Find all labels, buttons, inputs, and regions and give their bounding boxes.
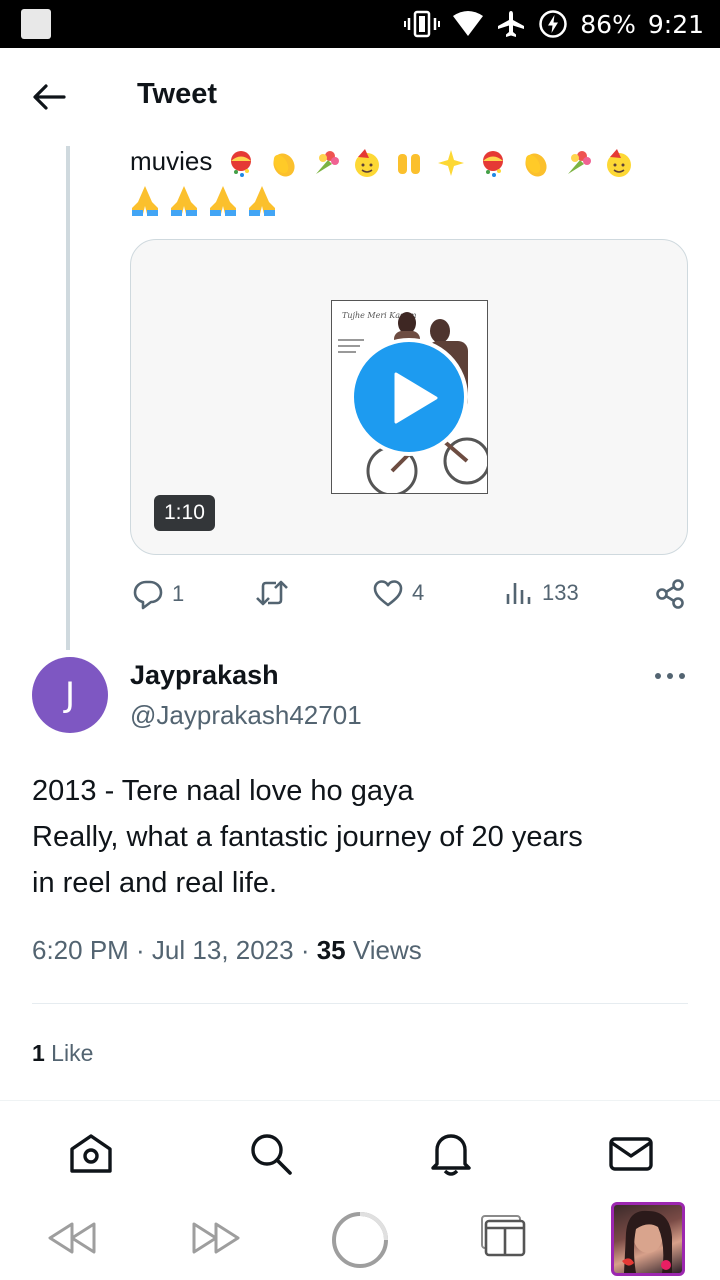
like-count: 4 [412,580,425,605]
retweet-icon [256,580,288,606]
browser-toolbar [0,1202,720,1280]
user-handle[interactable]: @Jayprakash42701 [130,700,362,731]
sparkles-icon [437,150,464,177]
folded-hands-icon [210,186,236,216]
share-button[interactable] [654,578,686,610]
notification-square-icon [21,9,51,39]
battery-charging-icon [539,10,568,38]
profile-photo [622,1210,672,1273]
partying-face-icon [354,149,379,178]
reply-button[interactable]: 1 [132,578,184,610]
nav-messages[interactable] [608,1131,653,1175]
page-title: Tweet [137,78,218,110]
folded-hands-icon [171,186,197,216]
loading-indicator[interactable] [330,1210,390,1275]
envelope-icon [609,1137,653,1171]
clock: 9:21 [647,9,704,39]
share-icon [656,579,684,609]
play-icon [394,372,438,424]
tweet-body: 2013 - Tere naal love ho gaya Really, wh… [32,768,692,906]
bell-icon [431,1134,471,1176]
tweet-views-label: Views [345,935,422,965]
back-arrow-icon [33,84,66,110]
divider [32,1003,688,1004]
views-bar-chart-icon [506,583,531,604]
likes-summary[interactable]: 1 Like [32,1040,93,1067]
tweet-line: in reel and real life. [32,867,278,899]
battery-percent: 86% [580,9,636,39]
clapping-hands-icon [525,153,547,177]
likes-label: Like [44,1040,94,1066]
emoji-row-2 [130,184,690,216]
tweet-meta: 6:20 PM · Jul 13, 2023 · 35 Views [32,935,422,966]
retweet-button[interactable] [254,578,298,608]
heart-icon [373,580,403,607]
top-app-bar: Tweet [0,48,720,146]
nav-home[interactable] [68,1131,112,1175]
status-bar: 86% 9:21 [0,0,720,48]
loading-circle-icon [332,1212,388,1268]
fast-forward-icon [192,1222,240,1254]
profile-thumbnail[interactable] [611,1202,685,1276]
bottom-navigation [0,1100,720,1202]
bouquet-icon [315,151,339,175]
partying-face-icon [606,149,631,178]
back-button[interactable] [30,80,70,114]
airplane-icon [498,11,525,37]
tabs-button[interactable] [478,1214,528,1263]
more-dots-icon [655,673,685,679]
rewind-icon [48,1222,96,1254]
home-icon [70,1134,112,1173]
previous-tweet-text-fragment: muvies [130,146,213,176]
search-icon [251,1134,292,1175]
reply-count: 1 [172,581,185,606]
confetti-ball-icon [482,151,503,178]
confetti-ball-icon [230,151,251,178]
status-icons: 86% 9:21 [404,0,704,48]
tweet-line: Really, what a fantastic journey of 20 y… [32,821,583,853]
fast-forward-button[interactable] [190,1218,242,1263]
tweet-line: 2013 - Tere naal love ho gaya [32,775,414,807]
like-button[interactable]: 4 [372,578,424,608]
emoji-row-1 [226,148,634,178]
raising-hands-icon [397,154,420,175]
more-options-button[interactable] [652,666,688,686]
views-count: 133 [542,580,579,605]
clapping-hands-icon [273,153,295,177]
reply-icon [133,580,163,610]
video-card[interactable]: Tujhe Meri Kasam 1:10 [130,239,688,555]
previous-tweet-text: muvies [130,142,690,216]
folded-hands-icon [249,186,275,216]
bouquet-icon [567,151,591,175]
nav-search[interactable] [248,1131,292,1175]
views-button[interactable]: 133 [504,578,579,608]
wifi-icon [453,11,484,36]
likes-count: 1 [32,1040,45,1066]
tweet-views-count: 35 [316,935,346,965]
avatar[interactable]: J [32,657,108,733]
tabs-icon [481,1215,526,1257]
tweet-timestamp[interactable]: 6:20 PM · Jul 13, 2023 · [32,935,317,965]
play-button[interactable] [350,338,468,456]
nav-notifications[interactable] [428,1131,472,1176]
vibrate-icon [404,10,441,38]
tweet-actions-bar: 1 4 133 [130,578,688,618]
thread-connector-line [66,146,70,650]
folded-hands-icon [132,186,158,216]
rewind-button[interactable] [46,1218,98,1263]
video-duration-badge: 1:10 [154,495,215,531]
display-name[interactable]: Jayprakash [130,660,279,691]
